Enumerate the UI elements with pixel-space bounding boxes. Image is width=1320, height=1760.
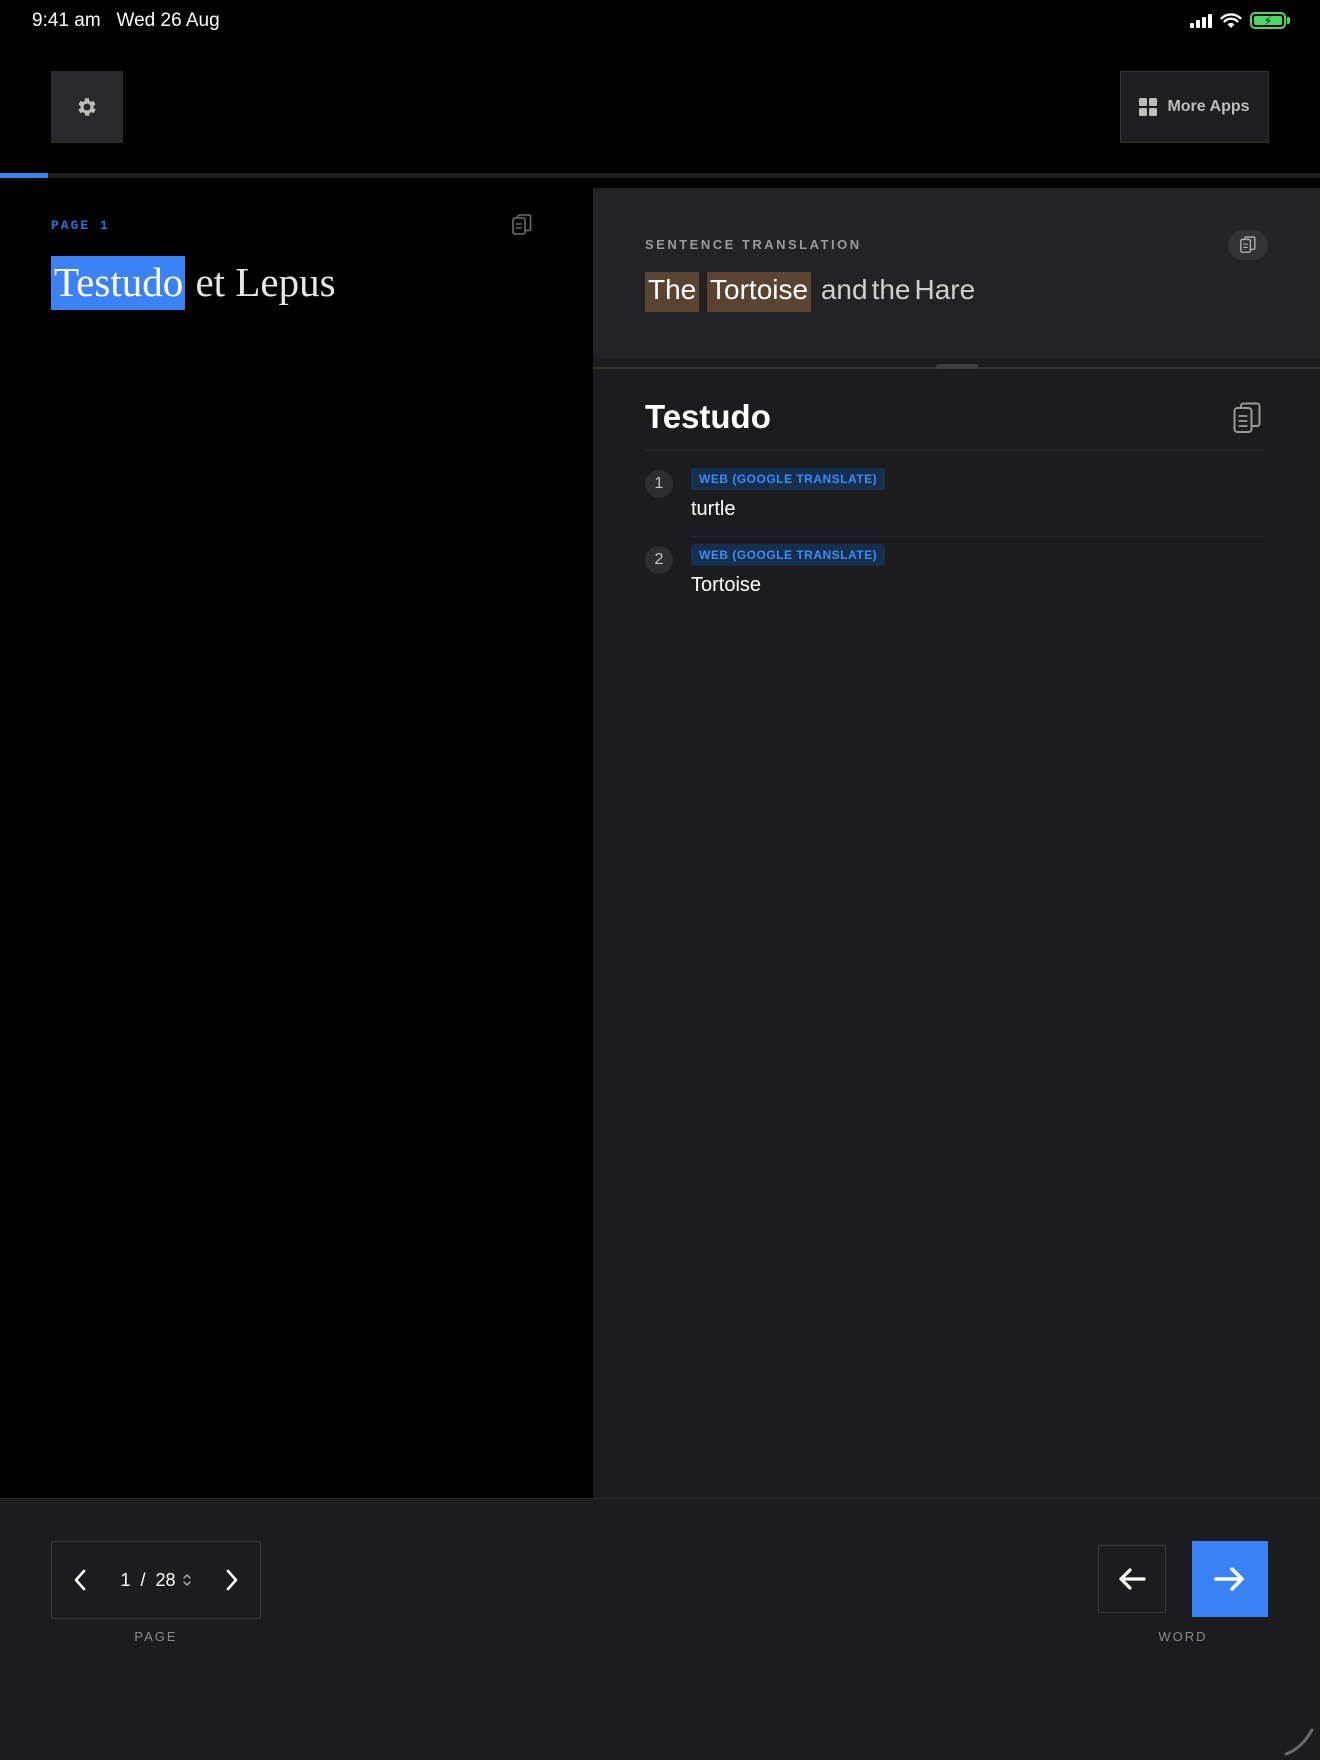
chevron-left-icon <box>74 1569 86 1591</box>
page-caption: PAGE <box>134 1629 178 1644</box>
previous-page-button[interactable] <box>52 1542 108 1618</box>
source-word-selected[interactable]: Testudo <box>51 256 186 310</box>
reader-pane: PAGE 1 Testudo et Lepus <box>0 178 593 1498</box>
definition-text: turtle <box>691 498 736 520</box>
battery-icon: ⚡ <box>1250 12 1286 29</box>
source-word[interactable]: et <box>195 259 225 305</box>
grid-icon <box>1139 98 1158 116</box>
translated-word-highlighted: The <box>645 272 700 312</box>
definition-text: Tortoise <box>691 574 762 596</box>
copy-icon[interactable] <box>1233 402 1261 434</box>
definition-number: 2 <box>645 546 673 574</box>
page-stepper: 1 / 28 <box>51 1541 261 1619</box>
page-current: 1 <box>120 1569 131 1590</box>
sentence-translation-panel: SENTENCE TRANSLATION The Tortoise and the… <box>593 188 1320 358</box>
source-word[interactable]: Lepus <box>235 259 335 305</box>
sentence-copy-button[interactable] <box>1228 230 1268 260</box>
page-selector[interactable]: 1 / 28 <box>108 1570 204 1591</box>
cellular-signal-icon <box>1190 13 1212 28</box>
definition-source-badge: WEB (GOOGLE TRANSLATE) <box>691 544 886 566</box>
chevron-up-down-icon <box>182 1573 191 1587</box>
translated-word-highlighted: Tortoise <box>707 272 812 312</box>
status-clock: 9:41 am <box>32 10 101 31</box>
word-title-divider <box>645 450 1263 451</box>
word-title: Testudo <box>645 398 771 435</box>
definition-divider <box>691 536 1265 537</box>
scribble-indicator-icon <box>1284 1728 1314 1756</box>
next-page-button[interactable] <box>204 1542 260 1618</box>
copy-icon[interactable] <box>512 214 532 236</box>
arrow-left-icon <box>1119 1568 1146 1590</box>
more-apps-button[interactable]: More Apps <box>1120 71 1269 143</box>
more-apps-label: More Apps <box>1167 98 1250 115</box>
bottom-navigation-bar: 1 / 28 PAGE WORD <box>0 1498 1320 1760</box>
sentence-translation-heading: SENTENCE TRANSLATION <box>645 237 862 252</box>
page-label: PAGE 1 <box>51 218 110 233</box>
app-screen: 9:41 am Wed 26 Aug ⚡ More Apps PAGE 1 Te… <box>0 0 1320 1760</box>
copy-icon <box>1240 236 1256 253</box>
word-caption: WORD <box>1158 1629 1208 1644</box>
source-sentence: Testudo et Lepus <box>51 256 336 310</box>
translated-word: Hare <box>914 274 976 305</box>
charging-bolt-icon: ⚡ <box>1263 13 1273 28</box>
translated-word: the <box>871 274 911 305</box>
translation-pane: SENTENCE TRANSLATION The Tortoise and the… <box>593 188 1320 1498</box>
next-word-button[interactable] <box>1192 1541 1268 1617</box>
status-bar: 9:41 am Wed 26 Aug ⚡ <box>0 0 1320 42</box>
status-icons: ⚡ <box>1190 12 1290 29</box>
sentence-translation-text: The Tortoise and the Hare <box>645 272 977 312</box>
arrow-right-icon <box>1214 1567 1244 1591</box>
page-separator: / <box>140 1569 146 1590</box>
definition-source-badge: WEB (GOOGLE TRANSLATE) <box>691 468 886 490</box>
status-time: 9:41 am Wed 26 Aug <box>32 10 220 32</box>
previous-word-button[interactable] <box>1098 1545 1166 1613</box>
status-date: Wed 26 Aug <box>116 10 220 31</box>
resize-handle[interactable] <box>936 364 978 369</box>
settings-button[interactable] <box>51 71 123 143</box>
page-total: 28 <box>155 1569 176 1590</box>
translated-word: and <box>820 274 868 305</box>
definition-number: 1 <box>645 470 673 498</box>
chevron-right-icon <box>226 1569 238 1591</box>
wifi-icon <box>1220 12 1242 28</box>
gear-icon <box>78 98 96 116</box>
